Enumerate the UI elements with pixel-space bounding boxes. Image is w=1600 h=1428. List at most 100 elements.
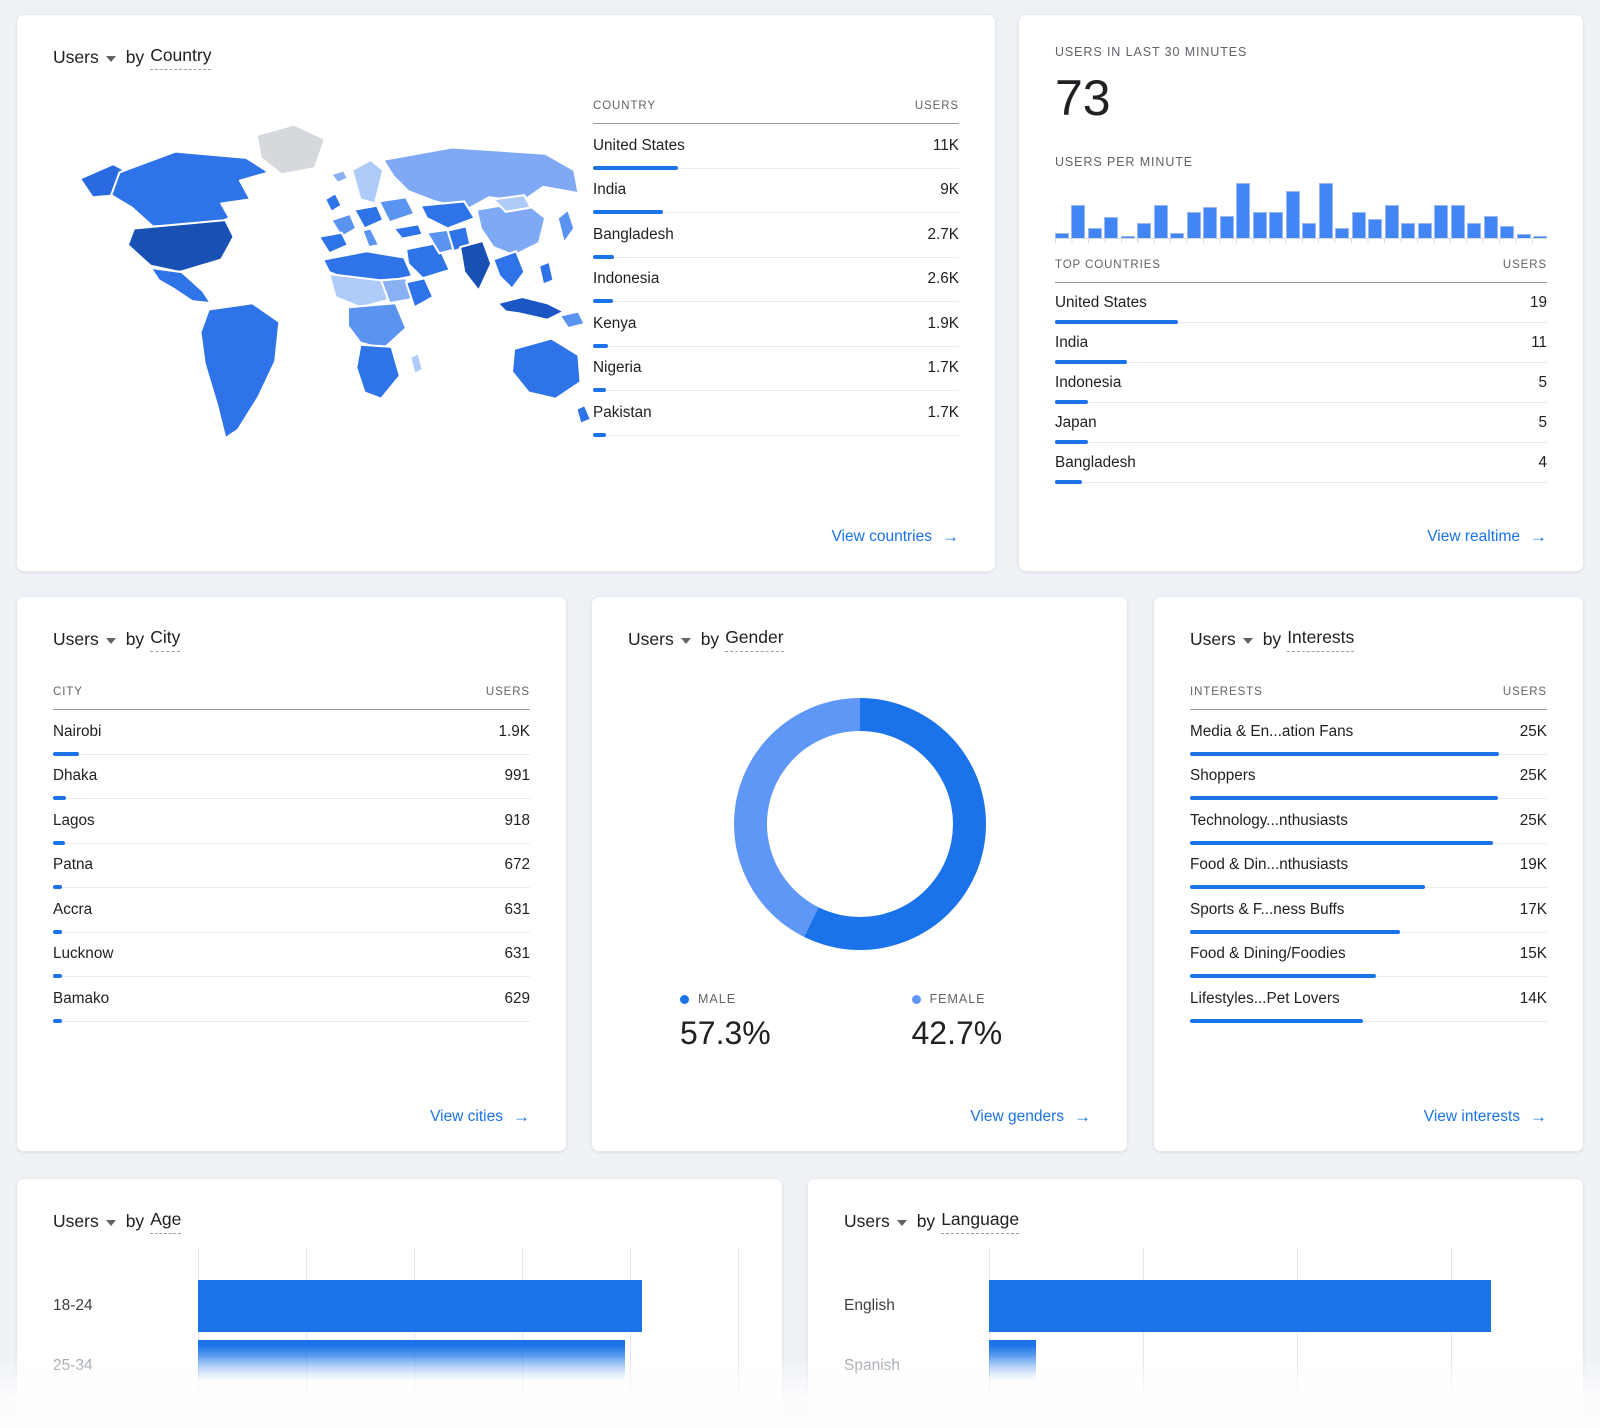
top-countries-table: TOP COUNTRIES USERS United States 19 Ind… — [1055, 259, 1547, 483]
legend-label: FEMALE — [930, 992, 986, 1006]
table-row: Patna 672 — [53, 844, 530, 889]
table-row: Lagos 918 — [53, 799, 530, 844]
dashboard-row-3: Users by Age 18-24 25-34 — [16, 1178, 1584, 1428]
view-countries-link[interactable]: View countries → — [831, 527, 959, 547]
male-dot-icon — [680, 995, 689, 1004]
row-value: 1.7K — [928, 404, 959, 422]
dimension-selector[interactable]: City — [150, 627, 180, 652]
row-label: Nigeria — [593, 359, 641, 377]
column-header: USERS — [1503, 259, 1547, 271]
chevron-down-icon — [897, 1220, 907, 1226]
row-bar — [1055, 400, 1088, 404]
row-bar — [1190, 1019, 1363, 1023]
metric-dropdown[interactable]: Users — [628, 629, 691, 650]
table-row: Sports & F...ness Buffs 17K — [1190, 888, 1547, 933]
chevron-down-icon — [106, 56, 116, 62]
row-value: 991 — [504, 767, 530, 785]
row-bar — [593, 299, 613, 303]
by-label: by — [1263, 629, 1281, 650]
chevron-down-icon — [1243, 638, 1253, 644]
table-header: INTERESTS USERS — [1190, 686, 1547, 710]
metric-label: Users — [53, 629, 99, 650]
row-value: 629 — [504, 990, 530, 1008]
row-bar — [593, 433, 606, 437]
row-value: 2.7K — [928, 226, 959, 244]
metric-dropdown[interactable]: Users — [53, 629, 116, 650]
row-value: 25K — [1520, 723, 1547, 741]
row-bar — [1190, 796, 1498, 800]
metric-dropdown[interactable]: Users — [844, 1211, 907, 1232]
row-bar — [53, 796, 66, 800]
row-bar — [53, 1019, 62, 1023]
table-row: United States 11K — [593, 124, 959, 169]
row-value: 11 — [1531, 334, 1547, 352]
dimension-selector[interactable]: Country — [150, 45, 211, 70]
row-value: 1.9K — [499, 723, 530, 741]
metric-label: Users — [628, 629, 674, 650]
row-value: 11K — [933, 137, 959, 155]
row-value: 17K — [1520, 901, 1547, 919]
arrow-right-icon: → — [942, 527, 959, 547]
legend-item-female: FEMALE 42.7% — [860, 992, 1092, 1052]
table-header: CITY USERS — [53, 686, 530, 710]
row-bar — [53, 841, 65, 845]
row-label: Bangladesh — [593, 226, 674, 244]
view-genders-link[interactable]: View genders → — [970, 1107, 1091, 1127]
row-label: Media & En...ation Fans — [1190, 723, 1353, 741]
row-value: 5 — [1538, 414, 1547, 432]
table-header: TOP COUNTRIES USERS — [1055, 259, 1547, 283]
metric-dropdown[interactable]: Users — [53, 1211, 116, 1232]
gender-legend: MALE 57.3% FEMALE 42.7% — [628, 992, 1091, 1052]
world-map-choropleth — [53, 112, 593, 462]
row-bar — [593, 344, 608, 348]
table-row: Pakistan 1.7K — [593, 391, 959, 436]
card-users-by-age: Users by Age 18-24 25-34 — [16, 1178, 783, 1428]
row-label: Lucknow — [53, 945, 113, 963]
age-chart-rows: 18-24 25-34 — [53, 1280, 746, 1392]
age-bar-chart: 18-24 25-34 — [53, 1280, 746, 1392]
dashboard-row-1: Users by Country — [16, 14, 1584, 572]
dimension-selector[interactable]: Language — [941, 1209, 1019, 1234]
table-rows: Media & En...ation Fans 25K Shoppers 25K — [1190, 710, 1547, 1022]
age-chart-row: 18-24 — [53, 1280, 746, 1332]
by-label: by — [701, 629, 719, 650]
row-label: United States — [593, 137, 685, 155]
chart-axis-ticks — [1055, 239, 1547, 243]
row-bar — [1190, 930, 1400, 934]
column-header: TOP COUNTRIES — [1055, 259, 1161, 271]
by-label: by — [126, 629, 144, 650]
language-chart-row: Spanish — [844, 1340, 1547, 1392]
legend-label: MALE — [698, 992, 736, 1006]
row-value: 631 — [504, 901, 530, 919]
dimension-selector[interactable]: Interests — [1287, 627, 1354, 652]
table-row: Technology...nthusiasts 25K — [1190, 799, 1547, 844]
dimension-selector[interactable]: Gender — [725, 627, 783, 652]
metric-label: Users — [844, 1211, 890, 1232]
view-cities-link[interactable]: View cities → — [430, 1107, 530, 1127]
card-users-by-country: Users by Country — [16, 14, 996, 572]
users-per-minute-label: USERS PER MINUTE — [1055, 155, 1547, 169]
row-label: Food & Dining/Foodies — [1190, 945, 1346, 963]
card-users-by-interests: Users by Interests INTERESTS USERS Media… — [1153, 596, 1584, 1152]
table-row: Bamako 629 — [53, 977, 530, 1022]
table-row: United States 19 — [1055, 283, 1547, 323]
metric-dropdown[interactable]: Users — [53, 47, 116, 68]
row-label: Kenya — [593, 315, 636, 333]
row-value: 631 — [504, 945, 530, 963]
table-row: Nairobi 1.9K — [53, 710, 530, 755]
table-header: COUNTRY USERS — [593, 100, 959, 124]
metric-dropdown[interactable]: Users — [1190, 629, 1253, 650]
world-map — [53, 112, 593, 457]
view-realtime-link[interactable]: View realtime → — [1427, 527, 1547, 547]
view-interests-link[interactable]: View interests → — [1424, 1107, 1547, 1127]
table-row: Media & En...ation Fans 25K — [1190, 710, 1547, 755]
language-bar-chart: English Spanish — [844, 1280, 1547, 1392]
table-row: Food & Din...nthusiasts 19K — [1190, 844, 1547, 889]
dimension-selector[interactable]: Age — [150, 1209, 181, 1234]
row-label: United States — [1055, 294, 1147, 312]
chevron-down-icon — [681, 638, 691, 644]
table-row: Nigeria 1.7K — [593, 347, 959, 392]
row-label: Shoppers — [1190, 767, 1255, 785]
metric-label: Users — [1190, 629, 1236, 650]
row-label: Japan — [1055, 414, 1097, 432]
